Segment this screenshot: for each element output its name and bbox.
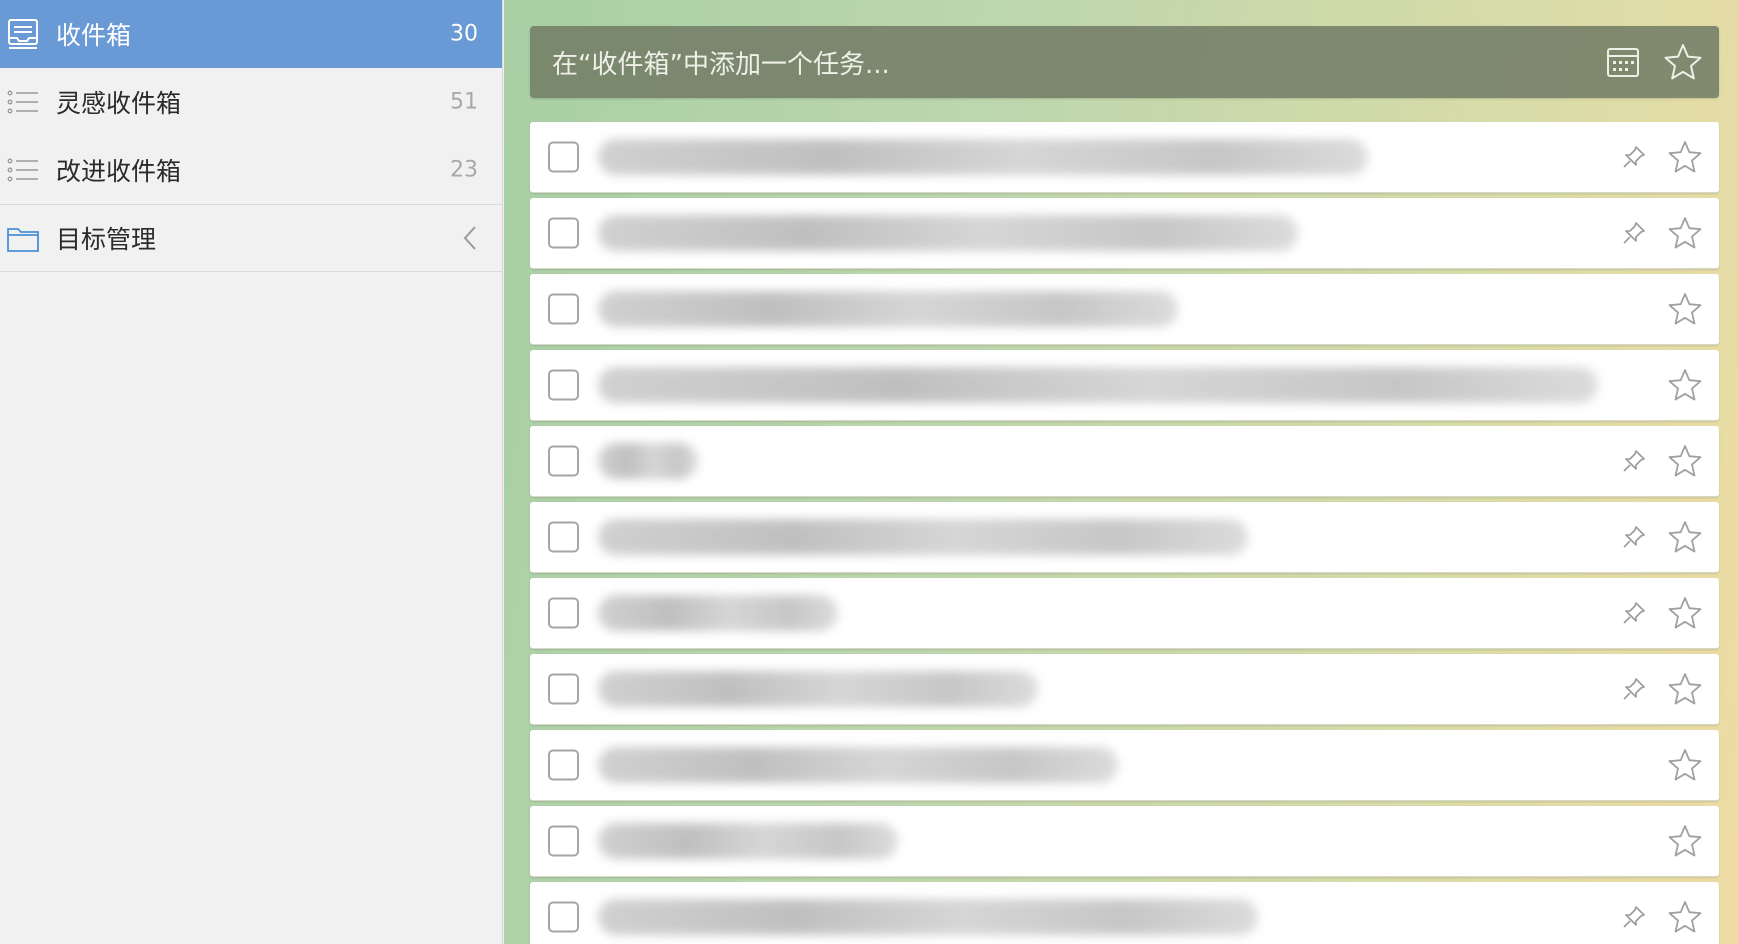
- pin-icon[interactable]: [1621, 904, 1647, 930]
- task-title-blurred: [598, 215, 1298, 251]
- sidebar-folder-label: 目标管理: [56, 225, 157, 254]
- task-title-blurred: [598, 671, 1038, 707]
- add-task-placeholder: 在“收件箱”中添加一个任务...: [552, 49, 890, 80]
- star-outline-icon[interactable]: [1667, 291, 1703, 327]
- star-outline-icon[interactable]: [1667, 823, 1703, 859]
- star-outline-icon[interactable]: [1667, 215, 1703, 251]
- task-checkbox[interactable]: [548, 445, 579, 477]
- list-icon: [6, 153, 40, 187]
- task-row[interactable]: [530, 578, 1719, 649]
- pin-icon[interactable]: [1621, 448, 1647, 474]
- pin-icon[interactable]: [1621, 600, 1647, 626]
- task-checkbox[interactable]: [548, 141, 579, 173]
- star-outline-icon[interactable]: [1667, 519, 1703, 555]
- calendar-icon[interactable]: [1605, 44, 1641, 80]
- task-title-blurred: [598, 443, 698, 479]
- task-checkbox[interactable]: [548, 217, 579, 249]
- sidebar-item-improvement-inbox[interactable]: 改进收件箱 23: [0, 136, 502, 204]
- list-icon: [6, 85, 40, 119]
- task-row[interactable]: [530, 882, 1719, 944]
- star-outline-icon[interactable]: [1667, 747, 1703, 783]
- pin-icon[interactable]: [1621, 524, 1647, 550]
- sidebar-item-count: 51: [450, 89, 478, 115]
- task-checkbox[interactable]: [548, 293, 579, 325]
- task-row[interactable]: [530, 654, 1719, 725]
- task-checkbox[interactable]: [548, 901, 579, 933]
- task-title-blurred: [598, 823, 898, 859]
- sidebar-item-count: 30: [450, 21, 478, 47]
- star-outline-icon[interactable]: [1667, 443, 1703, 479]
- task-title-blurred: [598, 367, 1598, 403]
- task-row[interactable]: [530, 730, 1719, 801]
- task-list: [530, 122, 1719, 944]
- star-outline-icon[interactable]: [1667, 139, 1703, 175]
- star-outline-icon[interactable]: [1667, 899, 1703, 935]
- task-row[interactable]: [530, 350, 1719, 421]
- inbox-icon: [6, 17, 40, 51]
- task-row[interactable]: [530, 274, 1719, 345]
- task-row[interactable]: [530, 806, 1719, 877]
- task-title-blurred: [598, 747, 1118, 783]
- task-title-blurred: [598, 291, 1178, 327]
- add-task-input[interactable]: 在“收件箱”中添加一个任务...: [530, 26, 1719, 98]
- task-checkbox[interactable]: [548, 749, 579, 781]
- sidebar-item-inbox[interactable]: 收件箱 30: [0, 0, 502, 68]
- sidebar-item-label: 改进收件箱: [56, 157, 182, 186]
- star-outline-icon[interactable]: [1663, 42, 1703, 82]
- sidebar-item-label: 收件箱: [56, 21, 132, 50]
- task-row[interactable]: [530, 502, 1719, 573]
- task-row[interactable]: [530, 198, 1719, 269]
- task-title-blurred: [598, 595, 838, 631]
- sidebar-folder-goal-management[interactable]: 目标管理: [0, 204, 502, 272]
- sidebar: 收件箱 30 灵感收件箱 51 改进收件箱 23 目标管理: [0, 0, 503, 944]
- task-title-blurred: [598, 899, 1258, 935]
- task-row[interactable]: [530, 122, 1719, 193]
- task-checkbox[interactable]: [548, 521, 579, 553]
- pin-icon[interactable]: [1621, 144, 1647, 170]
- sidebar-item-inspiration-inbox[interactable]: 灵感收件箱 51: [0, 68, 502, 136]
- task-row[interactable]: [530, 426, 1719, 497]
- task-title-blurred: [598, 519, 1248, 555]
- pin-icon[interactable]: [1621, 676, 1647, 702]
- task-checkbox[interactable]: [548, 597, 579, 629]
- task-checkbox[interactable]: [548, 369, 579, 401]
- folder-icon: [6, 221, 40, 255]
- pin-icon[interactable]: [1621, 220, 1647, 246]
- task-title-blurred: [598, 139, 1368, 175]
- task-pane: 在“收件箱”中添加一个任务...: [504, 0, 1738, 944]
- star-outline-icon[interactable]: [1667, 671, 1703, 707]
- task-checkbox[interactable]: [548, 673, 579, 705]
- task-checkbox[interactable]: [548, 825, 579, 857]
- chevron-left-icon[interactable]: [460, 224, 482, 252]
- star-outline-icon[interactable]: [1667, 367, 1703, 403]
- sidebar-item-label: 灵感收件箱: [56, 89, 182, 118]
- sidebar-item-count: 23: [450, 157, 478, 183]
- star-outline-icon[interactable]: [1667, 595, 1703, 631]
